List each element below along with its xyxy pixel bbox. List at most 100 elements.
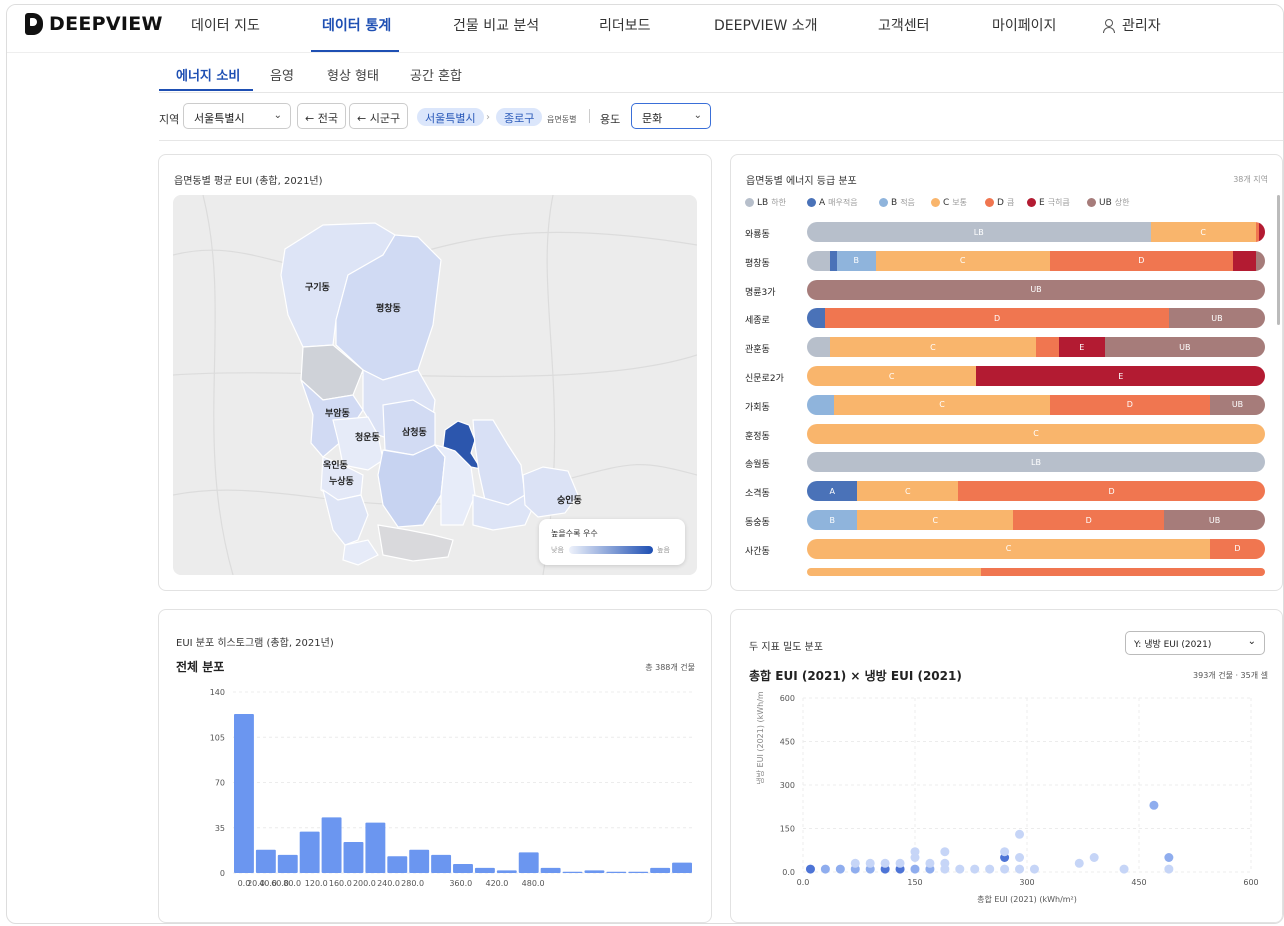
region-select[interactable]: 서울특별시 ⌄ [183,103,291,129]
tab-space-mix[interactable]: 공간 혼합 [410,65,462,84]
y-tick-label: 0 [220,869,225,878]
grade-row-label: 소격동 [745,489,770,500]
grade-segment-ub [1255,250,1265,271]
scatter-point [940,858,950,868]
scatter-point [1015,829,1025,839]
user-icon [1103,19,1115,33]
legend-name: 매우적음 [828,198,858,207]
region-sungin[interactable] [522,466,579,518]
use-label: 용도 [600,113,621,126]
y-tick-label: 300 [780,781,795,790]
grade-bar[interactable]: ACD [807,481,1265,502]
grade-row-label: 송월동 [745,460,770,471]
grade-bar[interactable]: CE [807,366,1265,386]
scatter-point [1119,864,1129,874]
choropleth-map[interactable]: 구기동 평창동 부암동 청운동 삼청동 옥인동 누상동 숭인동 높을수록 우수 … [173,195,697,575]
x-tick-label: 160.0 [329,879,352,888]
legend-dot-icon [807,198,816,207]
y-tick-label: 600 [780,694,795,703]
map-card-title: 읍면동별 평균 EUI (총합, 2021년) [174,176,323,187]
grade-bar[interactable]: C [807,423,1265,444]
histogram-card: EUI 분포 히스토그램 (총합, 2021년) 전체 분포 총 388개 건물… [158,609,712,923]
tab-energy[interactable]: 에너지 소비 [176,65,240,84]
nav-item-data-map[interactable]: 데이터 지도 [191,15,260,35]
y-tick-label: 35 [215,824,225,833]
scatter-point [895,858,905,868]
use-value: 문화 [642,112,663,125]
app-window: DEEPVIEW 데이터 지도 데이터 통계 건물 비교 분석 리더보드 DEE… [6,4,1284,924]
y-tick-label: 140 [210,688,225,697]
grade-bar[interactable]: B C D UB [807,510,1265,530]
grade-segment-c: C [857,510,1014,530]
nav-item-support[interactable]: 고객센터 [878,15,930,35]
legend-dot-icon [985,198,994,207]
scatter-point [1029,864,1039,874]
breadcrumb-gu[interactable]: 종로구 [496,108,543,126]
grade-bar[interactable]: CD [807,538,1265,559]
use-select[interactable]: 문화 ⌄ [631,103,711,129]
map-label-gugi: 구기동 [305,281,330,293]
breadcrumb-arrow-icon: › [486,112,490,123]
logo[interactable]: DEEPVIEW [25,13,163,35]
grade-row-label: 신문로2가 [745,374,784,384]
tab-shading[interactable]: 음영 [270,65,294,84]
scatter-point [1149,800,1159,810]
legend-code: A [819,197,826,208]
x-tick-label: 360.0 [449,879,472,888]
grade-bar[interactable]: C D UB [807,394,1265,415]
legend-dot-icon [745,198,754,207]
legend-dot-icon [1087,198,1096,207]
grade-segment-ub: UB [807,279,1265,300]
legend-name: 상한 [1114,198,1130,207]
nav-item-mypage[interactable]: 마이페이지 [992,15,1056,35]
nav-item-data-stats[interactable]: 데이터 통계 [322,15,391,35]
y-tick-label: 150 [780,825,795,834]
grade-bar[interactable]: BCD [807,250,1265,271]
scatter-point [1089,853,1099,862]
breadcrumb-city[interactable]: 서울특별시 [417,108,484,126]
histogram-bar [431,854,452,873]
back-nation-button[interactable]: ← 전국 [297,103,346,129]
map-label-sungin: 숭인동 [557,495,582,506]
grade-bar[interactable]: LB [807,452,1265,473]
grade-bar[interactable] [807,567,1265,576]
tab-shape[interactable]: 형상 형태 [327,65,379,84]
scatter-point [1164,864,1174,874]
legend-dot-icon [879,198,888,207]
nav-item-leaderboard[interactable]: 리더보드 [599,15,651,35]
legend-code: LB [757,197,769,208]
y-tick-label: 105 [210,733,225,742]
grade-row-label: 사간동 [745,546,770,557]
grade-segment-c [807,567,982,576]
divider [589,109,590,123]
back-district-button[interactable]: ← 시군구 [349,103,409,129]
histogram-bar [584,870,605,873]
legend-code: C [943,197,950,208]
legend-name: 보통 [952,198,968,207]
grade-segment-d: D [825,308,1169,329]
scrollbar[interactable] [1277,195,1280,325]
grade-segment-c: C [807,366,977,386]
logo-text: DEEPVIEW [49,13,163,35]
grade-segment-lb: LB [807,452,1265,473]
grade-bar[interactable]: LB C [807,222,1265,242]
x-tick-label: 120.0 [305,879,328,888]
map-label-samcheong: 삼청동 [402,426,427,438]
grade-bar[interactable]: C E UB [807,337,1265,358]
scatter-point [910,847,920,857]
region-nusang[interactable] [322,488,369,546]
user-menu[interactable]: 관리자 [1103,15,1161,35]
grade-bar[interactable]: UB [807,279,1265,300]
nav-item-about[interactable]: DEEPVIEW 소개 [714,15,818,35]
grade-bar[interactable]: D UB [807,308,1265,329]
map-legend: 높을수록 우수 낮음 높음 [539,519,685,565]
grade-row-label: 명륜3가 [745,287,776,298]
scatter-point [985,864,995,874]
scatter-point [910,864,920,874]
grade-segment-ub: UB [1210,394,1265,415]
scatter-point [850,858,860,868]
nav-item-building-compare[interactable]: 건물 비교 분석 [453,15,539,35]
scatter-point [835,864,845,874]
grade-legend-item: D큼 [985,197,1014,208]
scatter-point [880,858,890,868]
